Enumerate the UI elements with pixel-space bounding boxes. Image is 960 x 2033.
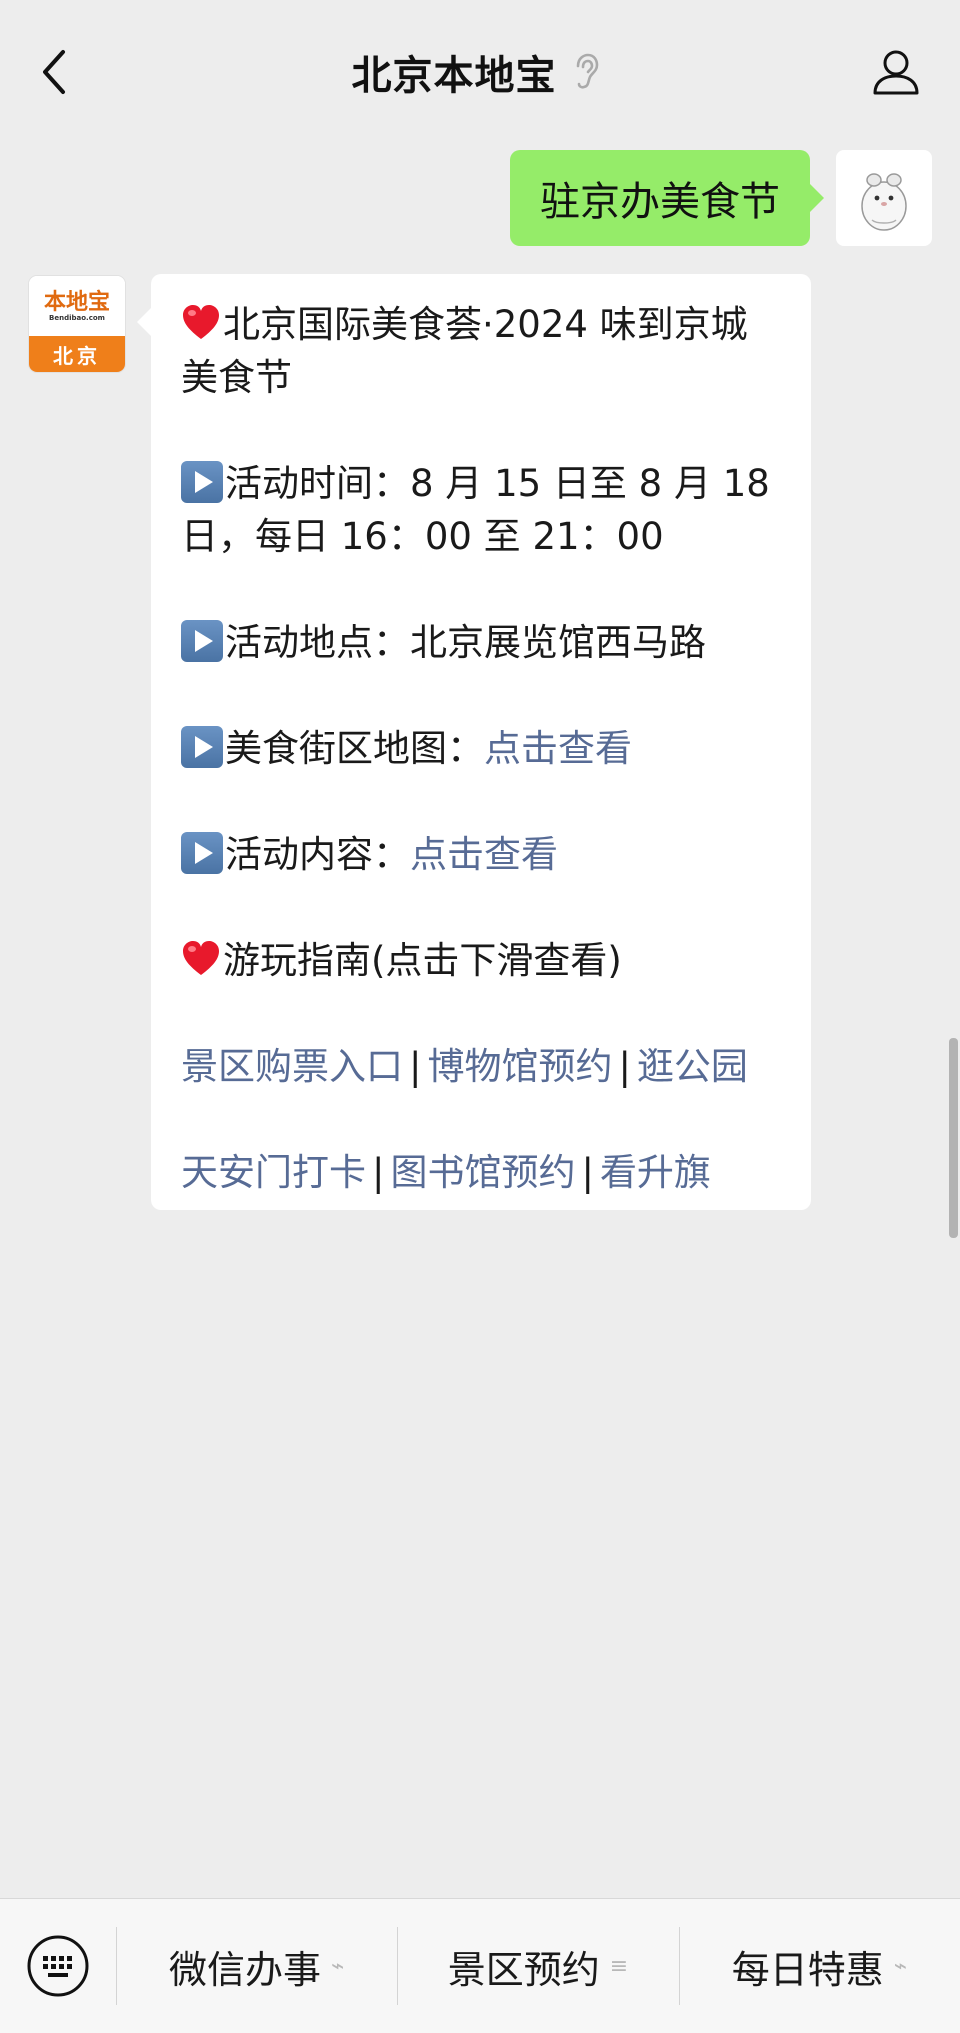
- menu-lines-icon: ≡: [609, 1953, 629, 1979]
- play-button-icon: [181, 461, 223, 503]
- link-separator: |: [618, 1045, 631, 1088]
- map-label: 美食街区地图：: [225, 727, 484, 770]
- heart-icon: [183, 305, 219, 339]
- place-label: 活动地点：: [225, 621, 410, 664]
- outgoing-message: 驻京办美食节: [510, 150, 932, 246]
- park-link[interactable]: 逛公园: [637, 1045, 748, 1088]
- guide-title: 游玩指南(点击下滑查看): [223, 939, 622, 982]
- link-separator: |: [581, 1151, 594, 1194]
- account-avatar[interactable]: 本地宝 Bendibao.com 北京: [29, 276, 125, 372]
- links-row-1: 景区购票入口 | 博物馆预约 | 逛公园: [181, 1040, 781, 1093]
- link-icon: ⌁: [331, 1953, 345, 1979]
- play-button-icon: [181, 620, 223, 662]
- event-time-line: 活动时间：8 月 15 日至 8 月 18 日，每日 16：00 至 21：00: [181, 457, 781, 563]
- tiananmen-checkin-link[interactable]: 天安门打卡: [181, 1151, 366, 1194]
- link-icon: ⌁: [893, 1953, 907, 1979]
- links-row-2: 天安门打卡 | 图书馆预约 | 看升旗: [181, 1146, 781, 1199]
- menu-label: 微信办事: [169, 1947, 322, 1992]
- heart-icon: [183, 941, 219, 975]
- link-separator: |: [372, 1151, 385, 1194]
- event-content-link[interactable]: 点击查看: [410, 833, 558, 876]
- chat-scrollbar[interactable]: [949, 1038, 958, 1238]
- library-booking-link[interactable]: 图书馆预约: [390, 1151, 575, 1194]
- ear-icon: [573, 51, 609, 93]
- user-avatar[interactable]: [836, 150, 932, 246]
- menu-scenic-booking[interactable]: 景区预约 ≡: [397, 1899, 678, 2033]
- hamster-avatar-icon: [861, 173, 907, 231]
- person-icon: [873, 50, 919, 95]
- link-separator: |: [409, 1045, 422, 1088]
- menu-label: 景区预约: [447, 1947, 600, 1992]
- incoming-bubble: 北京国际美食荟·2024 味到京城美食节 活动时间：8 月 15 日至 8 月 …: [137, 274, 811, 1210]
- keyboard-icon: [27, 1935, 89, 1997]
- event-content-line: 活动内容：点击查看: [181, 828, 781, 881]
- flag-raising-link[interactable]: 看升旗: [600, 1151, 711, 1194]
- chat-title: 北京本地宝: [351, 53, 557, 99]
- event-place-line: 活动地点：北京展览馆西马路: [181, 616, 781, 669]
- ticket-entry-link[interactable]: 景区购票入口: [181, 1045, 403, 1088]
- play-button-icon: [181, 832, 223, 874]
- content-label: 活动内容：: [225, 833, 410, 876]
- event-title-line: 北京国际美食荟·2024 味到京城美食节: [181, 298, 781, 404]
- top-nav-bar: 北京本地宝: [0, 0, 960, 148]
- menu-wechat-services[interactable]: 微信办事 ⌁: [116, 1899, 397, 2033]
- keyboard-toggle-button[interactable]: [0, 1899, 116, 2033]
- place-value: 北京展览馆西马路: [410, 621, 706, 664]
- play-button-icon: [181, 726, 223, 768]
- event-title: 北京国际美食荟·2024 味到京城美食节: [181, 303, 748, 399]
- menu-label: 每日特惠: [731, 1947, 884, 1992]
- museum-booking-link[interactable]: 博物馆预约: [427, 1045, 612, 1088]
- food-map-line: 美食街区地图：点击查看: [181, 722, 781, 775]
- bendibao-logo: 本地宝 Bendibao.com: [29, 276, 125, 336]
- outgoing-bubble[interactable]: 驻京办美食节: [510, 150, 824, 246]
- food-map-link[interactable]: 点击查看: [484, 727, 632, 770]
- bottom-menu-bar: 微信办事 ⌁ 景区预约 ≡ 每日特惠 ⌁: [0, 1898, 960, 2033]
- time-label: 活动时间：: [225, 462, 410, 505]
- guide-title-line: 游玩指南(点击下滑查看): [181, 934, 781, 987]
- logo-city-label: 北京: [29, 336, 125, 372]
- chat-info-button[interactable]: [868, 44, 924, 100]
- menu-daily-deals[interactable]: 每日特惠 ⌁: [678, 1899, 960, 2033]
- outgoing-text: 驻京办美食节: [540, 179, 780, 225]
